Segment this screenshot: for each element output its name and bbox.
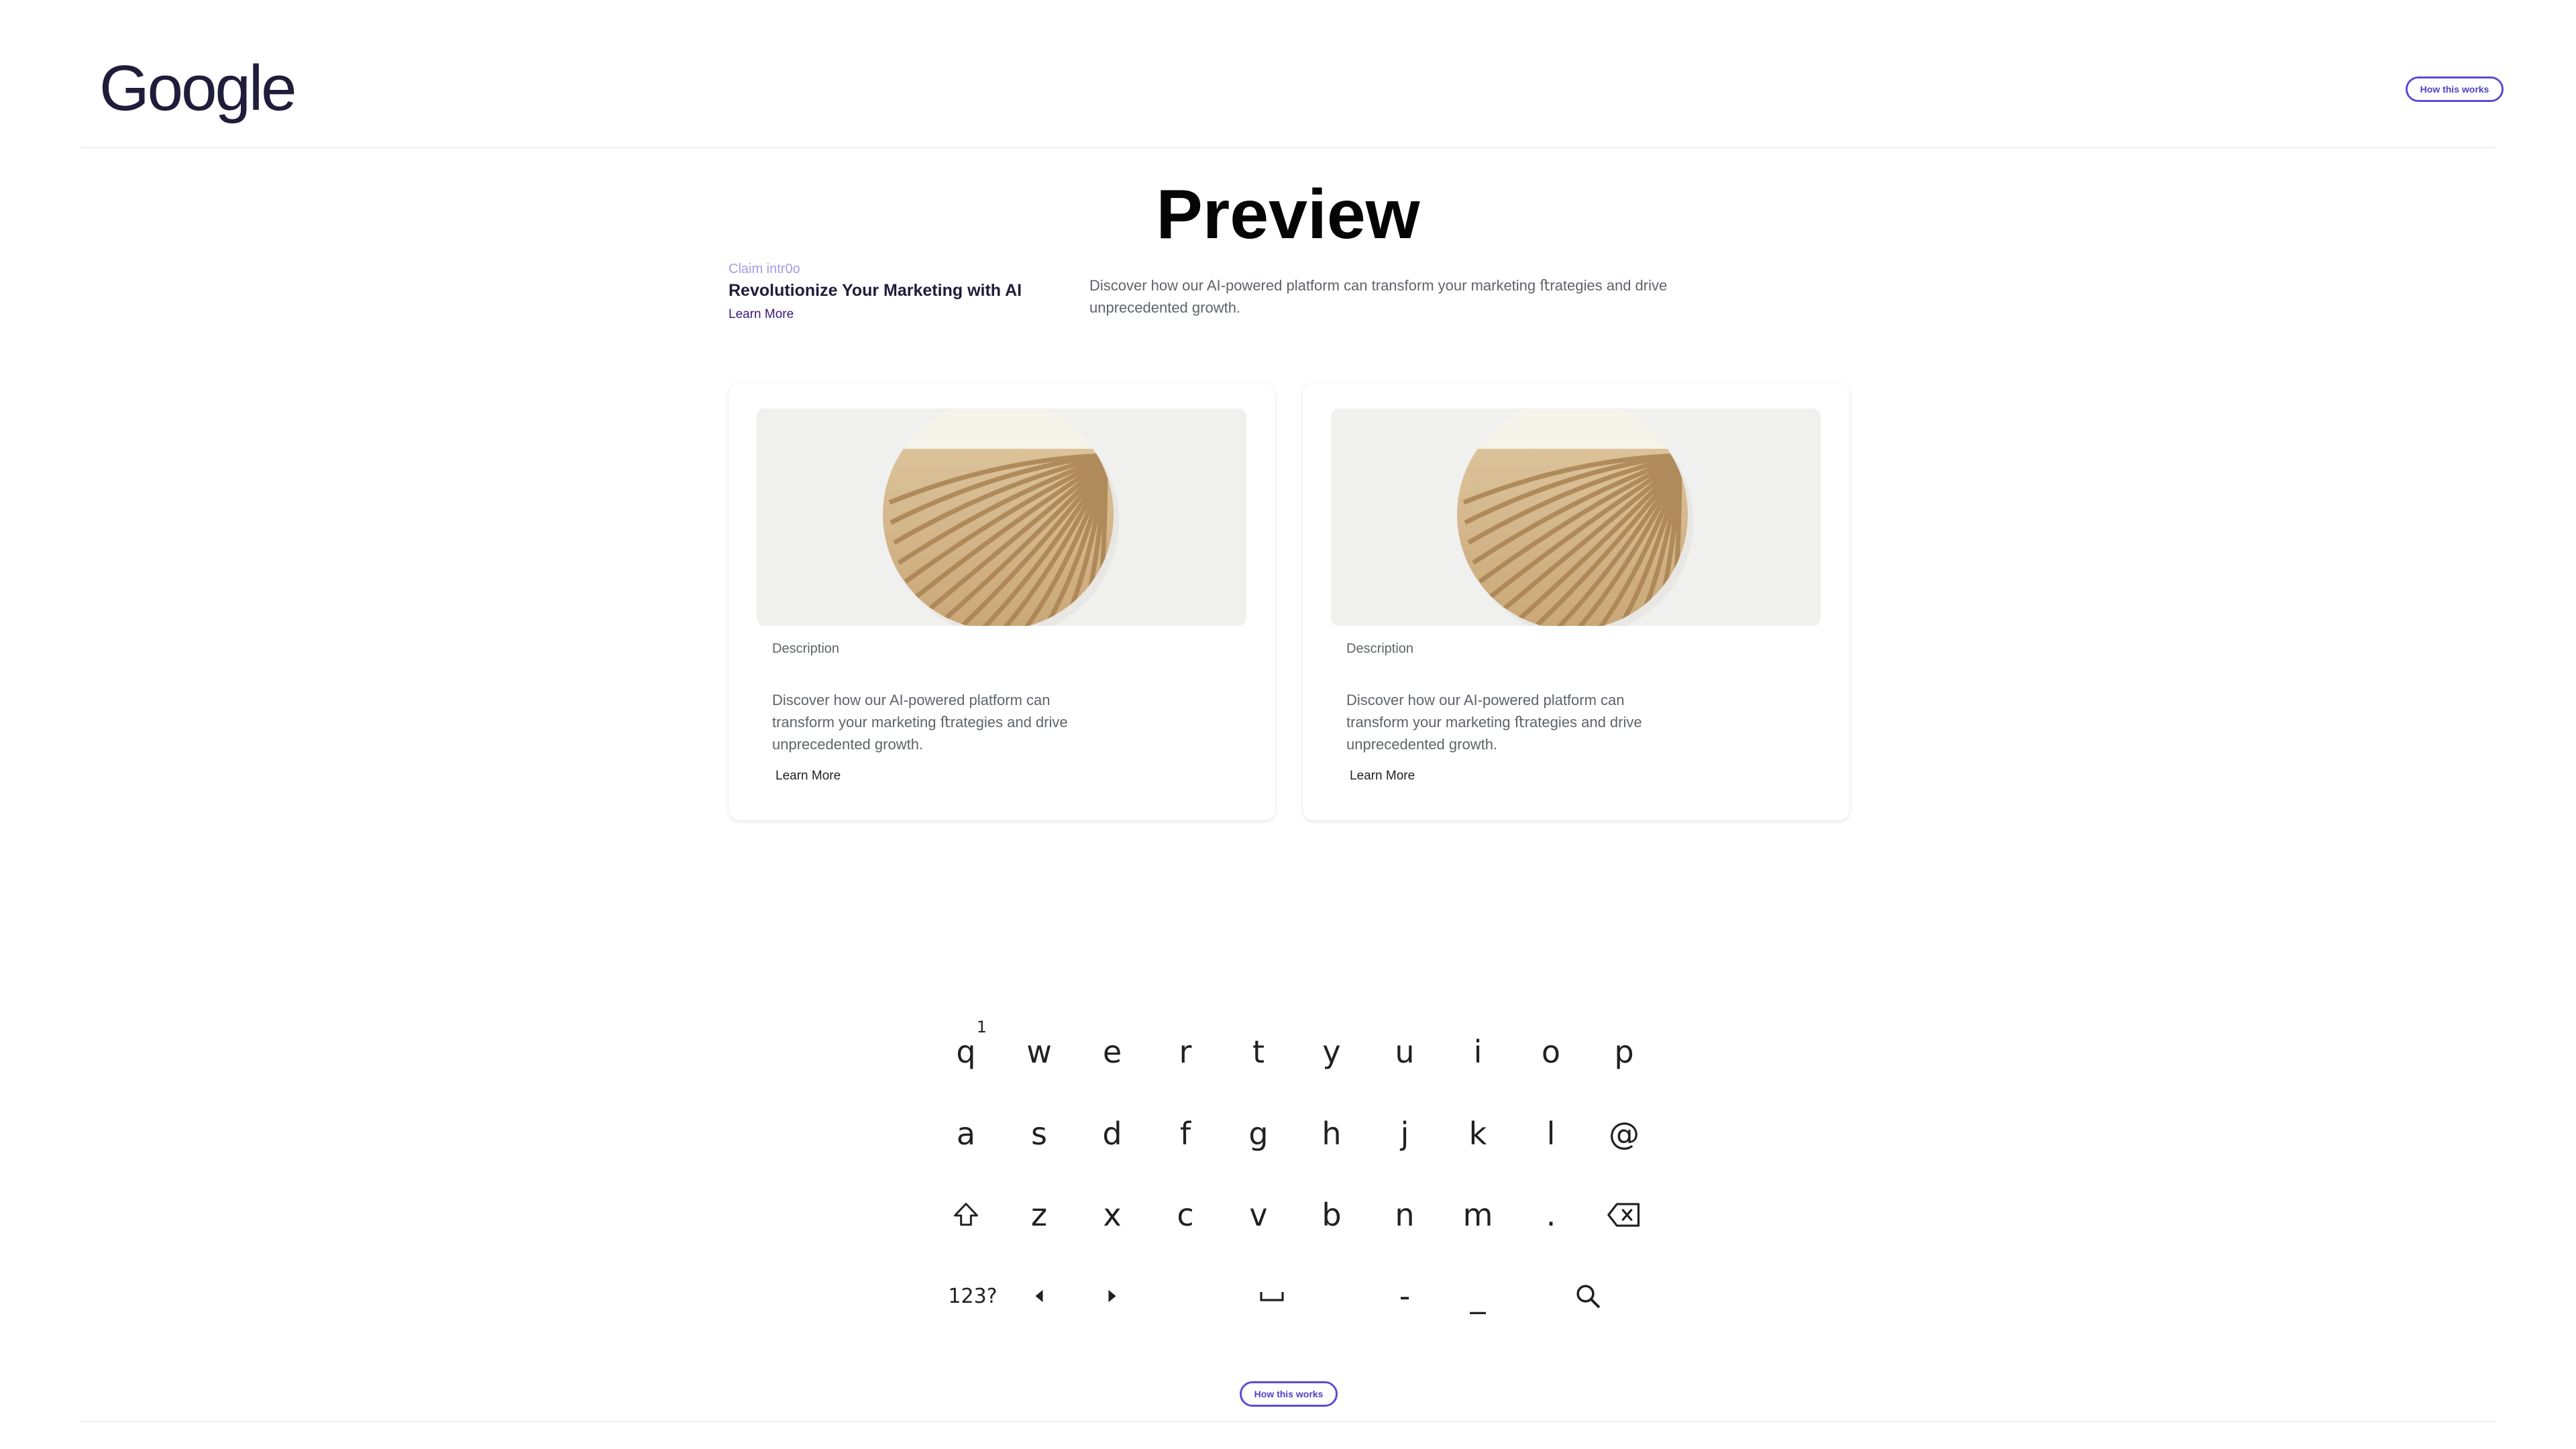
key-l[interactable]: l: [1521, 1104, 1581, 1164]
google-logo: Google: [99, 52, 297, 124]
key-b[interactable]: b: [1301, 1185, 1362, 1245]
footer-divider: [80, 1421, 2496, 1422]
key-y[interactable]: y: [1301, 1022, 1362, 1082]
arrow-right-icon: [1108, 1289, 1116, 1303]
card-label: Description: [772, 641, 840, 656]
key-e[interactable]: e: [1082, 1022, 1142, 1082]
key-period[interactable]: .: [1521, 1185, 1581, 1245]
key-w[interactable]: w: [1009, 1022, 1069, 1082]
key-f[interactable]: f: [1155, 1104, 1216, 1164]
intro-description: Discover how our AI-powered platform can…: [1089, 277, 1668, 316]
card-description: Discover how our AI-powered platform can…: [772, 692, 1068, 753]
key-q[interactable]: q 1: [936, 1018, 996, 1082]
search-key[interactable]: [1558, 1266, 1618, 1326]
shell-illustration: [757, 409, 1246, 626]
arrow-left-icon: [1035, 1289, 1043, 1303]
key-r[interactable]: r: [1155, 1022, 1216, 1082]
key-hint: 1: [976, 1018, 987, 1036]
key-underscore[interactable]: _: [1448, 1266, 1508, 1326]
key-g[interactable]: g: [1228, 1104, 1289, 1164]
key-x[interactable]: x: [1082, 1185, 1142, 1245]
shift-icon: [954, 1203, 978, 1226]
key-at[interactable]: @: [1594, 1104, 1654, 1164]
shift-key[interactable]: [936, 1185, 996, 1245]
key-d[interactable]: d: [1082, 1104, 1142, 1164]
key-h[interactable]: h: [1301, 1104, 1362, 1164]
key-t[interactable]: t: [1228, 1022, 1289, 1082]
card: Description Discover how our AI-powered …: [729, 383, 1275, 820]
key-a[interactable]: a: [936, 1104, 996, 1164]
key-m[interactable]: m: [1448, 1185, 1508, 1245]
key-j[interactable]: j: [1375, 1104, 1435, 1164]
intro-claim: Claim intr0o: [729, 262, 800, 276]
card-learn-more-link[interactable]: Learn More: [775, 769, 841, 784]
backspace-icon: [1607, 1203, 1640, 1227]
intro-learn-more-link[interactable]: Learn More: [729, 307, 794, 322]
shell-illustration: [1331, 409, 1821, 626]
key-p[interactable]: p: [1594, 1022, 1654, 1082]
key-label: q: [956, 1034, 976, 1070]
key-o[interactable]: o: [1521, 1022, 1581, 1082]
space-key[interactable]: [1228, 1266, 1316, 1326]
page: Google How this works Preview Claim intr…: [0, 0, 2576, 1449]
card-learn-more-link[interactable]: Learn More: [1350, 769, 1415, 784]
how-this-works-button[interactable]: How this works: [2406, 76, 2504, 102]
key-k[interactable]: k: [1448, 1104, 1508, 1164]
key-u[interactable]: u: [1375, 1022, 1435, 1082]
cursor-left-key[interactable]: [1009, 1266, 1069, 1326]
page-title: Preview: [1156, 176, 1420, 254]
numbers-key[interactable]: 123?: [936, 1266, 1010, 1326]
intro-title: Revolutionize Your Marketing with AI: [729, 281, 1022, 300]
card-image: [1331, 409, 1821, 626]
card: Description Discover how our AI-powered …: [1303, 383, 1849, 820]
key-c[interactable]: c: [1155, 1185, 1216, 1245]
card-description: Discover how our AI-powered platform can…: [1346, 692, 1642, 753]
key-n[interactable]: n: [1375, 1185, 1435, 1245]
key-s[interactable]: s: [1009, 1104, 1069, 1164]
backspace-key[interactable]: [1594, 1185, 1654, 1245]
key-v[interactable]: v: [1228, 1185, 1289, 1245]
how-this-works-button[interactable]: How this works: [1240, 1381, 1338, 1407]
cursor-right-key[interactable]: [1082, 1266, 1142, 1326]
card-image: [757, 409, 1246, 626]
key-i[interactable]: i: [1448, 1022, 1508, 1082]
card-label: Description: [1346, 641, 1414, 656]
key-dash[interactable]: -: [1375, 1266, 1435, 1326]
header-divider: [80, 147, 2496, 148]
space-icon: [1260, 1292, 1284, 1301]
key-z[interactable]: z: [1009, 1185, 1069, 1245]
search-icon: [1576, 1285, 1600, 1308]
